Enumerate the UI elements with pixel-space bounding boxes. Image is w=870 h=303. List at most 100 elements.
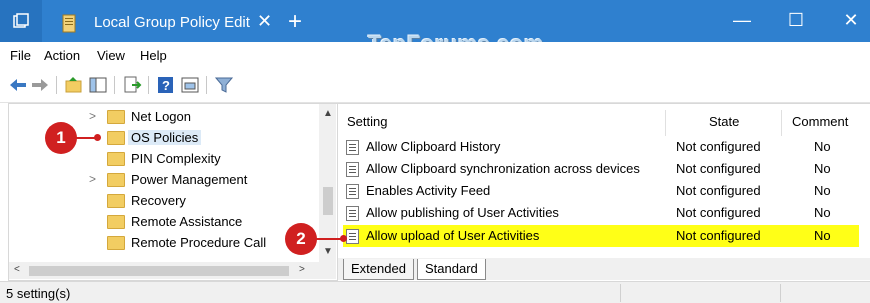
policy-setting-icon bbox=[346, 229, 359, 244]
up-folder-icon[interactable] bbox=[64, 75, 84, 95]
annotation-pointer bbox=[76, 137, 96, 139]
menu-bar: File Action View Help bbox=[0, 42, 870, 66]
help-icon[interactable]: ? bbox=[156, 75, 176, 95]
tree-item-label: Remote Assistance bbox=[131, 214, 243, 229]
app-tab[interactable]: Local Group Policy Edit ✕ bbox=[42, 5, 286, 42]
scroll-left-icon[interactable]: < bbox=[14, 264, 20, 275]
tab-standard[interactable]: Standard bbox=[417, 259, 486, 280]
annotation-dot bbox=[94, 134, 101, 141]
folder-icon bbox=[107, 215, 125, 229]
group-policy-icon bbox=[62, 14, 76, 33]
setting-name: Allow publishing of User Activities bbox=[366, 205, 559, 220]
scroll-right-icon[interactable]: > bbox=[299, 264, 305, 275]
status-separator bbox=[780, 284, 781, 302]
tree-item-remote-assistance[interactable]: Remote Assistance bbox=[9, 212, 319, 233]
menu-file[interactable]: File bbox=[10, 48, 31, 63]
table-row[interactable]: Allow Clipboard synchronization across d… bbox=[338, 158, 870, 180]
filter-icon[interactable] bbox=[214, 75, 234, 95]
setting-state: Not configured bbox=[676, 161, 761, 176]
tab-extended[interactable]: Extended bbox=[343, 259, 414, 280]
tree-item-label: Net Logon bbox=[131, 109, 191, 124]
export-list-icon[interactable] bbox=[122, 75, 142, 95]
scroll-up-icon[interactable]: ▲ bbox=[323, 108, 333, 119]
toolbar-separator bbox=[206, 76, 207, 94]
setting-comment: No bbox=[814, 139, 831, 154]
annotation-badge-1: 1 bbox=[45, 122, 77, 154]
tree-item-label: Recovery bbox=[131, 193, 186, 208]
folder-icon bbox=[107, 110, 125, 124]
setting-state: Not configured bbox=[676, 139, 761, 154]
policy-setting-icon bbox=[346, 206, 359, 221]
setting-state: Not configured bbox=[676, 205, 761, 220]
toolbar-separator bbox=[148, 76, 149, 94]
toolbar: ? bbox=[0, 72, 870, 100]
setting-state: Not configured bbox=[676, 183, 761, 198]
list-header: Setting State Comment bbox=[338, 110, 870, 136]
setting-state: Not configured bbox=[676, 228, 761, 243]
window-menu-button[interactable] bbox=[0, 0, 42, 42]
settings-list-pane: Setting State Comment Allow Clipboard Hi… bbox=[338, 103, 870, 280]
folder-icon bbox=[107, 152, 125, 166]
table-row[interactable]: Allow publishing of User Activities Not … bbox=[338, 202, 870, 224]
close-tab-icon[interactable]: ✕ bbox=[257, 11, 272, 32]
expand-arrow-icon[interactable]: > bbox=[89, 172, 96, 186]
view-tabs: Extended Standard bbox=[338, 258, 870, 280]
tree-item-label: OS Policies bbox=[128, 130, 202, 145]
setting-name: Allow Clipboard History bbox=[366, 139, 501, 154]
toolbar-separator bbox=[56, 76, 57, 94]
forward-icon[interactable] bbox=[30, 75, 50, 95]
menu-help[interactable]: Help bbox=[140, 48, 167, 63]
setting-name: Enables Activity Feed bbox=[366, 183, 491, 198]
setting-name: Allow upload of User Activities bbox=[366, 228, 540, 243]
svg-text:?: ? bbox=[162, 78, 170, 93]
status-bar: 5 setting(s) bbox=[0, 281, 870, 303]
column-separator[interactable] bbox=[665, 110, 666, 136]
scroll-thumb[interactable] bbox=[29, 266, 289, 276]
tree-item-recovery[interactable]: Recovery bbox=[9, 191, 319, 212]
tree-item-label: PIN Complexity bbox=[131, 151, 221, 166]
policy-setting-icon bbox=[346, 162, 359, 177]
status-separator bbox=[620, 284, 621, 302]
annotation-dot bbox=[340, 235, 347, 242]
annotation-pointer bbox=[316, 238, 342, 240]
tree-item-label: Power Management bbox=[131, 172, 248, 187]
maximize-button[interactable]: ☐ bbox=[781, 10, 811, 31]
minimize-button[interactable]: — bbox=[727, 10, 757, 31]
new-tab-button[interactable]: + bbox=[288, 8, 302, 36]
properties-icon[interactable] bbox=[180, 75, 200, 95]
close-window-button[interactable]: ✕ bbox=[836, 10, 866, 31]
table-row[interactable]: Allow Clipboard History Not configured N… bbox=[338, 136, 870, 158]
policy-setting-icon bbox=[346, 184, 359, 199]
expand-arrow-icon[interactable]: > bbox=[89, 109, 96, 123]
back-icon[interactable] bbox=[8, 75, 28, 95]
toolbar-separator bbox=[114, 76, 115, 94]
folder-icon bbox=[107, 194, 125, 208]
status-text: 5 setting(s) bbox=[6, 286, 71, 301]
column-header-setting[interactable]: Setting bbox=[347, 114, 387, 129]
setting-name: Allow Clipboard synchronization across d… bbox=[366, 161, 640, 176]
tree-item-power-management[interactable]: > Power Management bbox=[9, 170, 319, 191]
column-header-comment[interactable]: Comment bbox=[792, 114, 848, 129]
menu-action[interactable]: Action bbox=[44, 48, 80, 63]
scroll-down-icon[interactable]: ▼ bbox=[323, 246, 333, 257]
folder-icon bbox=[107, 236, 125, 250]
folder-icon bbox=[107, 173, 125, 187]
annotation-badge-2: 2 bbox=[285, 223, 317, 255]
column-separator[interactable] bbox=[781, 110, 782, 136]
column-header-state[interactable]: State bbox=[709, 114, 739, 129]
table-row[interactable]: Enables Activity Feed Not configured No bbox=[338, 180, 870, 202]
scroll-thumb[interactable] bbox=[323, 187, 333, 215]
tree-item-label: Remote Procedure Call bbox=[131, 235, 267, 250]
setting-comment: No bbox=[814, 205, 831, 220]
window-menu-icon bbox=[13, 13, 29, 28]
menu-view[interactable]: View bbox=[97, 48, 125, 63]
policy-setting-icon bbox=[346, 140, 359, 155]
folder-icon bbox=[107, 131, 125, 145]
setting-comment: No bbox=[814, 183, 831, 198]
table-row-highlighted[interactable]: Allow upload of User Activities Not conf… bbox=[343, 225, 859, 247]
show-hide-tree-icon[interactable] bbox=[88, 75, 108, 95]
tree-horizontal-scrollbar[interactable]: < > bbox=[9, 262, 336, 279]
tree-item-remote-procedure-call[interactable]: Remote Procedure Call bbox=[9, 233, 319, 254]
setting-comment: No bbox=[814, 161, 831, 176]
tab-title: Local Group Policy Edit bbox=[94, 14, 250, 31]
